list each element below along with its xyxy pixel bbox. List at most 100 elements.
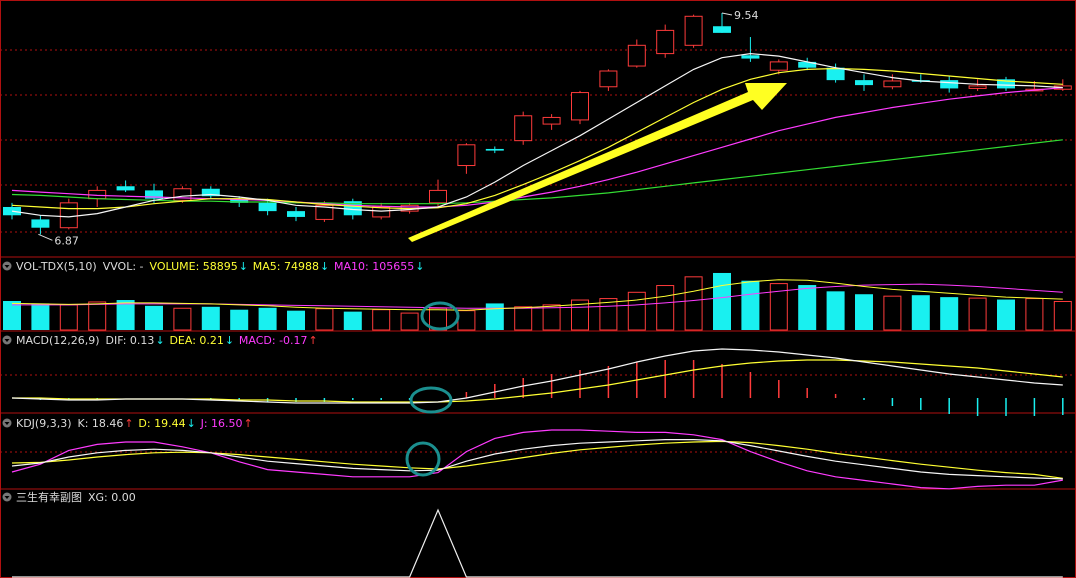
- volume-bar[interactable]: [542, 304, 561, 331]
- volume-bar[interactable]: [88, 301, 107, 331]
- trend-arrow-icon: ↓: [415, 260, 424, 273]
- candle-body: [514, 115, 533, 142]
- volume-header-value: MA5: 74988: [253, 260, 319, 273]
- volume-bar[interactable]: [883, 295, 902, 331]
- price-panel[interactable]: 9.54 6.87: [3, 9, 1072, 247]
- volume-bar[interactable]: [826, 291, 845, 330]
- candle[interactable]: [116, 180, 135, 193]
- trend-arrow-icon: ↓: [187, 417, 196, 430]
- candle-body: [116, 186, 135, 191]
- high-marker-line: [721, 12, 733, 16]
- xg-panel[interactable]: [12, 508, 1063, 578]
- volume-bar[interactable]: [713, 272, 731, 330]
- highlight-circle: [409, 386, 453, 414]
- candle-body: [258, 202, 277, 212]
- trend-arrow-icon: ↓: [320, 260, 329, 273]
- candle[interactable]: [429, 179, 447, 207]
- candle[interactable]: [542, 114, 561, 130]
- trend-arrow-icon: ↓: [155, 334, 164, 347]
- volume-bar[interactable]: [116, 300, 135, 330]
- volume-bar[interactable]: [343, 311, 362, 330]
- candle[interactable]: [997, 76, 1015, 91]
- candle[interactable]: [798, 57, 817, 71]
- candle[interactable]: [457, 143, 476, 174]
- volume-bar[interactable]: [145, 305, 163, 330]
- candle[interactable]: [684, 14, 703, 48]
- candle-body: [627, 44, 646, 67]
- candle[interactable]: [741, 37, 760, 62]
- volume-bar[interactable]: [911, 295, 930, 330]
- volume-bar[interactable]: [684, 276, 703, 331]
- outer-frame: [0, 0, 1076, 578]
- volume-panel[interactable]: [3, 272, 1072, 331]
- volume-bar[interactable]: [400, 312, 419, 331]
- candle[interactable]: [627, 39, 646, 68]
- candle-body: [684, 15, 703, 46]
- volume-bar[interactable]: [940, 297, 959, 330]
- volume-bar[interactable]: [230, 309, 249, 330]
- volume-bar[interactable]: [798, 285, 817, 330]
- volume-bar[interactable]: [627, 291, 646, 331]
- candle-body: [542, 116, 561, 125]
- kdj-header-value: KDJ(9,3,3): [16, 417, 72, 430]
- candle-body: [485, 148, 504, 151]
- xg-header-value: 三生有幸副图: [16, 490, 82, 504]
- volume-bar[interactable]: [31, 303, 50, 330]
- candle-body: [883, 80, 902, 88]
- candle[interactable]: [855, 74, 873, 91]
- candle[interactable]: [59, 198, 78, 230]
- candle[interactable]: [514, 111, 533, 145]
- candle-body: [741, 55, 760, 59]
- volume-ma10-line: [12, 283, 1063, 309]
- trend-arrow-icon: ↓: [225, 334, 234, 347]
- high-price-label: 9.54: [734, 9, 759, 22]
- volume-bar[interactable]: [372, 309, 391, 331]
- candle-body: [599, 70, 618, 88]
- low-marker-line: [38, 233, 53, 241]
- volume-bar[interactable]: [287, 310, 305, 330]
- volume-bar[interactable]: [656, 285, 675, 331]
- volume-header-value: MA10: 105655: [334, 260, 414, 273]
- volume-bar[interactable]: [485, 303, 504, 330]
- candle-body: [429, 189, 447, 204]
- volume-bar[interactable]: [514, 306, 533, 331]
- volume-bar[interactable]: [315, 308, 334, 331]
- candle[interactable]: [571, 90, 589, 125]
- candle[interactable]: [31, 215, 50, 235]
- volume-header-value: VOL-TDX(5,10): [16, 260, 97, 273]
- volume-bar[interactable]: [201, 306, 220, 330]
- dea-line: [12, 359, 1063, 403]
- ma-line-white: [11, 52, 1063, 218]
- volume-bar[interactable]: [1025, 298, 1044, 331]
- volume-bar[interactable]: [741, 280, 760, 330]
- kdj-header-value: K: 18.46: [78, 417, 124, 430]
- volume-bar[interactable]: [968, 297, 987, 331]
- candle[interactable]: [968, 79, 987, 91]
- candle[interactable]: [599, 69, 618, 91]
- volume-bar[interactable]: [258, 307, 277, 330]
- candle[interactable]: [88, 186, 107, 207]
- candle-body: [769, 61, 788, 71]
- volume-bar[interactable]: [457, 310, 476, 331]
- candle[interactable]: [201, 186, 220, 199]
- volume-bar[interactable]: [855, 294, 873, 330]
- volume-bar[interactable]: [997, 299, 1015, 330]
- candle[interactable]: [287, 206, 305, 222]
- candle-body: [457, 144, 476, 167]
- candle[interactable]: [485, 146, 504, 154]
- k-line: [11, 439, 1063, 480]
- kdj-panel[interactable]: [11, 429, 1063, 490]
- volume-bar[interactable]: [1053, 300, 1072, 331]
- stock-chart[interactable]: 9.54 6.87 VOL-TDX(5,10) VVOL: - VOLUME: 588…: [0, 0, 1076, 578]
- candle[interactable]: [1053, 79, 1072, 91]
- candle[interactable]: [940, 75, 959, 93]
- j-line: [11, 429, 1063, 490]
- low-price-label: 6.87: [54, 234, 79, 247]
- candle[interactable]: [713, 12, 731, 33]
- macd-panel[interactable]: [11, 348, 1064, 416]
- candle[interactable]: [656, 24, 675, 58]
- panel-headers: VOL-TDX(5,10) VVOL: - VOLUME: 58895 ↓ MA5: 7…: [2, 260, 424, 504]
- volume-bar[interactable]: [173, 307, 192, 331]
- volume-bar[interactable]: [59, 304, 78, 331]
- candle-body: [59, 202, 78, 229]
